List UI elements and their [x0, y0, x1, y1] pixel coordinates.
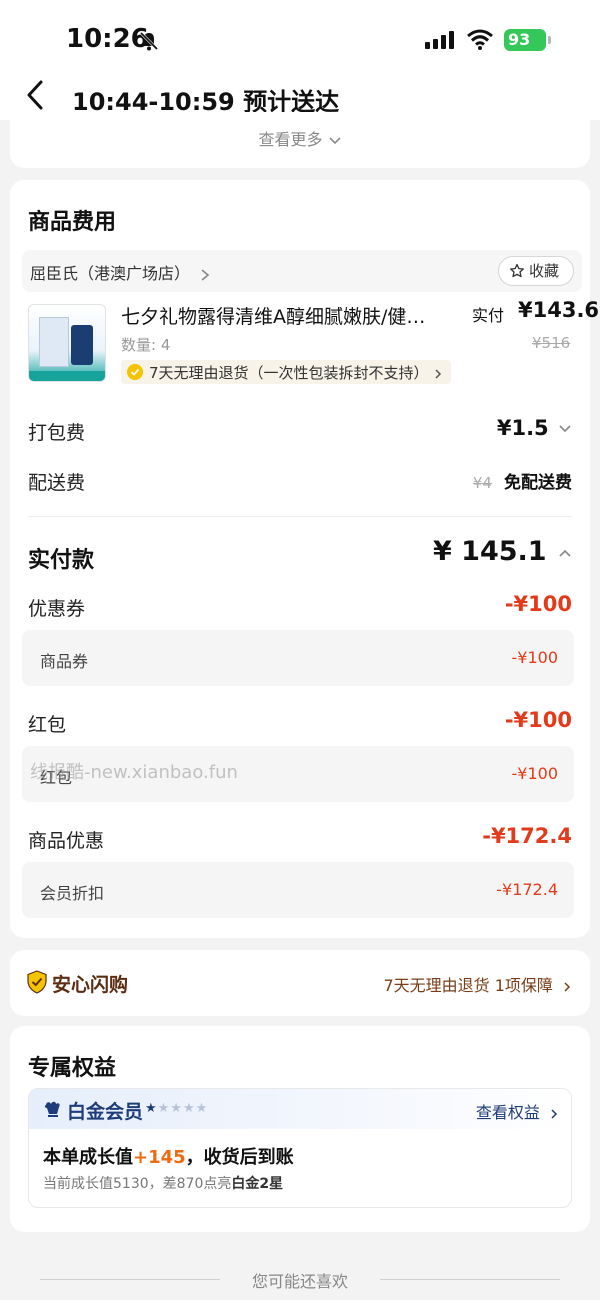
total-paid-amount: ¥ 145.1: [433, 536, 547, 567]
packing-fee-value[interactable]: ¥1.5: [497, 416, 572, 440]
chevron-right-icon: [435, 368, 442, 379]
delivery-fee-value: ¥4 免配送费: [473, 468, 572, 493]
signal-icon: [425, 31, 454, 49]
original-price: ¥516: [532, 334, 571, 352]
favorite-label: 收藏: [529, 262, 560, 280]
favorite-button[interactable]: 收藏: [498, 256, 574, 286]
watermark: 线报酷-new.xianbao.fun: [30, 762, 238, 783]
vip-tier: 白金会员: [67, 1101, 144, 1123]
view-benefits-link[interactable]: 查看权益: [476, 1099, 559, 1123]
chevron-up-icon: [559, 549, 571, 557]
member-discount-box: 会员折扣 -¥172.4: [22, 862, 574, 918]
assurance-title: 安心闪购: [52, 974, 129, 996]
growth-note-prefix: 当前成长值5130，差870点亮: [43, 1176, 232, 1192]
crown-icon: [44, 1101, 60, 1117]
product-image-banner: [29, 371, 105, 381]
member-discount-value: -¥172.4: [496, 880, 558, 899]
red-packet-value: -¥100: [504, 708, 572, 732]
coupon-label: 优惠券: [28, 598, 86, 620]
delivery-fee-label: 配送费: [28, 472, 86, 494]
red-packet-label: 红包: [28, 714, 67, 736]
status-bar: 10:26 93: [0, 0, 600, 78]
growth-prefix: 本单成长值: [43, 1147, 133, 1168]
product-discount-label: 商品优惠: [28, 830, 105, 852]
return-policy-text: 7天无理由退货（一次性包装拆封不支持）: [149, 364, 429, 382]
product-discount-value: -¥172.4: [482, 824, 572, 848]
coupon-value: -¥100: [504, 592, 572, 616]
packing-fee-amount: ¥1.5: [496, 416, 549, 440]
growth-value: +145: [133, 1147, 186, 1168]
divider-right: [380, 1279, 560, 1280]
chevron-down-icon: [328, 136, 341, 144]
assurance-card[interactable]: 安心闪购 7天无理由退货 1项保障: [10, 950, 590, 1016]
packing-fee-label: 打包费: [28, 422, 86, 444]
red-packet-detail-value: -¥100: [511, 764, 559, 783]
growth-value-line: 本单成长值+145，收货后到账: [43, 1143, 294, 1169]
paid-price: ¥143.6: [518, 298, 600, 322]
wifi-icon: [467, 29, 493, 50]
total-paid-value[interactable]: ¥ 145.1: [433, 536, 572, 567]
growth-suffix: ，收货后到账: [185, 1147, 294, 1168]
coupon-detail-box: 商品券 -¥100: [22, 630, 574, 686]
divider: [28, 516, 572, 517]
shield-check-icon: [27, 970, 47, 994]
recommend-label: 您可能还喜欢: [251, 1272, 348, 1291]
vip-star-filled: ★: [145, 1101, 158, 1116]
benefits-card: 专属权益 白金会员 ★★★★★ 查看权益 本单成长值+145，收货后到账 当前成…: [10, 1026, 590, 1232]
battery-level: 93: [508, 30, 531, 49]
total-paid-label: 实付款: [28, 548, 95, 573]
chevron-down-icon: [559, 425, 571, 433]
return-policy-tag[interactable]: 7天无理由退货（一次性包装拆封不支持）: [121, 360, 452, 384]
benefits-section-title: 专属权益: [28, 1056, 117, 1081]
vip-benefit-box[interactable]: 白金会员 ★★★★★ 查看权益 本单成长值+145，收货后到账 当前成长值513…: [28, 1088, 572, 1208]
delivery-free-label: 免配送费: [504, 473, 572, 493]
assurance-detail-link[interactable]: 7天无理由退货 1项保障: [383, 972, 572, 996]
assurance-detail: 7天无理由退货 1项保障: [383, 976, 553, 995]
product-name[interactable]: 七夕礼物露得清维A醇细腻嫩肤/健…: [121, 302, 451, 329]
growth-note-highlight: 白金2星: [231, 1176, 284, 1192]
store-row[interactable]: 屈臣氏（港澳广场店） 收藏: [22, 250, 582, 292]
paid-price-label: 实付: [472, 306, 505, 325]
check-badge-icon: [127, 364, 143, 380]
vip-star-empty: ★★★★: [157, 1101, 209, 1116]
chevron-right-icon: [201, 268, 210, 281]
coupon-detail-value: -¥100: [511, 648, 559, 667]
fees-section-title: 商品费用: [28, 210, 117, 235]
battery-icon: 93: [504, 29, 551, 51]
store-name: 屈臣氏（港澳广场店）: [30, 264, 191, 283]
growth-note: 当前成长值5130，差870点亮白金2星: [43, 1173, 283, 1193]
coupon-detail-label: 商品券: [40, 652, 89, 671]
chevron-right-icon: [564, 981, 571, 992]
store-name-link[interactable]: 屈臣氏（港澳广场店）: [30, 260, 211, 284]
product-image-bottle: [71, 325, 93, 365]
mute-bell-icon: [139, 31, 159, 51]
product-image[interactable]: [28, 304, 106, 382]
back-arrow-icon[interactable]: [22, 78, 50, 114]
delivery-original-fee: ¥4: [472, 474, 492, 492]
see-more-link[interactable]: 查看更多: [10, 126, 590, 150]
recommend-divider: 您可能还喜欢: [0, 1268, 600, 1292]
see-more-label: 查看更多: [258, 130, 323, 149]
vip-star-rating: ★★★★★: [145, 1101, 208, 1116]
fees-card: 商品费用 屈臣氏（港澳广场店） 收藏 七夕礼物露得清维A醇细腻嫩肤/健… 数量:…: [10, 180, 599, 938]
star-outline-icon: [510, 263, 524, 278]
vip-header: 白金会员 ★★★★★ 查看权益: [29, 1089, 571, 1129]
product-image-box: [39, 317, 69, 367]
chevron-right-icon: [551, 1108, 558, 1119]
member-discount-label: 会员折扣: [40, 884, 105, 903]
view-benefits-label: 查看权益: [475, 1103, 540, 1122]
status-time: 10:26: [66, 24, 149, 54]
order-info-card: 查看更多: [10, 112, 590, 168]
product-quantity: 数量: 4: [121, 336, 171, 354]
